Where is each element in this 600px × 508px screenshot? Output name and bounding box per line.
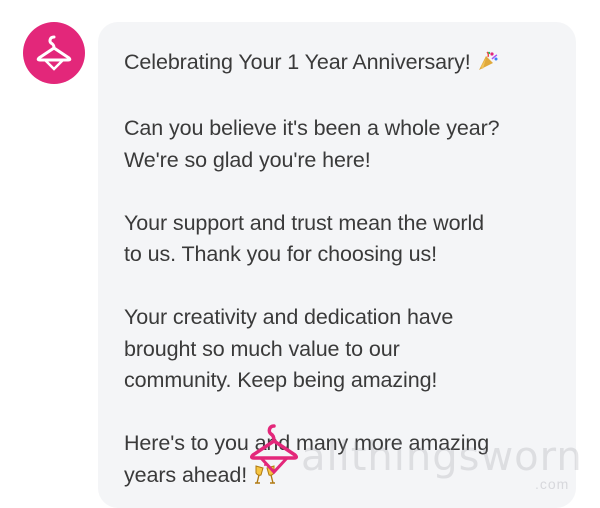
message-title: Celebrating Your 1 Year Anniversary! xyxy=(124,50,471,74)
message-line: Your support and trust mean the world xyxy=(124,210,485,235)
message-title-line: Celebrating Your 1 Year Anniversary! xyxy=(124,47,552,82)
message-text: years ahead! xyxy=(124,462,248,487)
message-line: to us. Thank you for choosing us! xyxy=(124,242,438,266)
message-line: Here's to you and many more amazing xyxy=(124,431,490,455)
avatar[interactable] xyxy=(23,22,85,84)
message-line: Can you believe it's been a whole year? xyxy=(124,116,500,140)
message-line: community. Keep being amazing! xyxy=(124,368,438,392)
message-line: Your creativity and dedication have xyxy=(124,305,454,329)
message-bubble: Celebrating Your 1 Year Anniversary! Can… xyxy=(98,22,576,508)
hanger-icon xyxy=(36,35,72,71)
message-line: We're so glad you're here! xyxy=(124,147,371,172)
party-popper-icon xyxy=(477,50,499,82)
cheers-glasses-icon xyxy=(253,463,277,495)
message-line: brought so much value to our xyxy=(124,336,400,361)
message-line-last: years ahead! xyxy=(124,460,552,495)
chat-message-row: Celebrating Your 1 Year Anniversary! Can… xyxy=(0,0,600,508)
